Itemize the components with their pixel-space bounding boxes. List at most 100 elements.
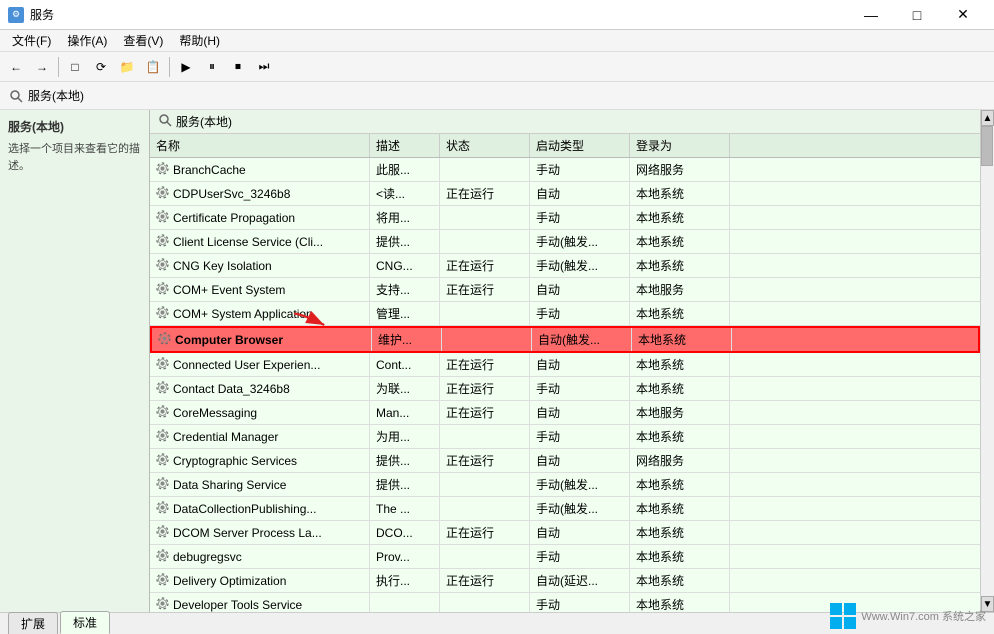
table-row[interactable]: Connected User Experien...Cont...正在运行自动本… <box>150 353 980 377</box>
service-icon <box>156 429 169 445</box>
window-title: 服务 <box>30 6 54 23</box>
service-desc-cell: <读... <box>370 182 440 205</box>
table-row[interactable]: Delivery Optimization执行...正在运行自动(延迟...本地… <box>150 569 980 593</box>
service-name: Client License Service (Cli... <box>173 235 323 249</box>
service-logon-cell: 本地系统 <box>630 182 730 205</box>
menu-action[interactable]: 操作(A) <box>59 30 115 51</box>
service-name-cell: DataCollectionPublishing... <box>150 497 370 520</box>
maximize-button[interactable]: □ <box>894 0 940 30</box>
col-name[interactable]: 名称 <box>150 134 370 157</box>
service-desc-cell: 执行... <box>370 569 440 592</box>
minimize-button[interactable]: — <box>848 0 894 30</box>
service-desc-cell: 为联... <box>370 377 440 400</box>
table-row[interactable]: DCOM Server Process La...DCO...正在运行自动本地系… <box>150 521 980 545</box>
table-row[interactable]: Cryptographic Services提供...正在运行自动网络服务 <box>150 449 980 473</box>
left-panel-desc: 选择一个项目来查看它的描述。 <box>8 141 141 174</box>
windows-logo-icon <box>829 602 857 630</box>
menu-bar: 文件(F) 操作(A) 查看(V) 帮助(H) <box>0 30 994 52</box>
table-row[interactable]: Computer Browser维护...自动(触发...本地系统 <box>150 326 980 353</box>
table-row[interactable]: Certificate Propagation将用...手动本地系统 <box>150 206 980 230</box>
service-logon-cell: 本地系统 <box>630 473 730 496</box>
service-startup-cell: 自动 <box>530 449 630 472</box>
service-startup-cell: 自动 <box>530 401 630 424</box>
properties-button[interactable]: 📋 <box>141 55 165 79</box>
left-panel: 服务(本地) 选择一个项目来查看它的描述。 <box>0 110 150 612</box>
service-icon <box>156 525 169 541</box>
table-row[interactable]: CDPUserSvc_3246b8<读...正在运行自动本地系统 <box>150 182 980 206</box>
tab-expand[interactable]: 扩展 <box>8 612 58 634</box>
address-label: 服务(本地) <box>28 87 84 104</box>
service-logon-cell: 本地系统 <box>630 497 730 520</box>
forward-button[interactable]: → <box>30 55 54 79</box>
table-row[interactable]: CoreMessagingMan...正在运行自动本地服务 <box>150 401 980 425</box>
folder-button[interactable]: 📁 <box>115 55 139 79</box>
service-desc-cell: Cont... <box>370 353 440 376</box>
service-name-cell: COM+ System Application <box>150 302 370 325</box>
search-icon-header <box>158 113 172 130</box>
service-startup-cell: 手动(触发... <box>530 497 630 520</box>
service-icon <box>156 549 169 565</box>
table-row[interactable]: COM+ Event System支持...正在运行自动本地服务 <box>150 278 980 302</box>
service-logon-cell: 本地服务 <box>630 401 730 424</box>
service-logon-cell: 本地系统 <box>632 328 732 351</box>
service-logon-cell: 本地系统 <box>630 377 730 400</box>
service-status-cell: 正在运行 <box>440 521 530 544</box>
service-name-cell: Developer Tools Service <box>150 593 370 612</box>
menu-help[interactable]: 帮助(H) <box>171 30 228 51</box>
service-icon <box>156 405 169 421</box>
table-row[interactable]: Data Sharing Service提供...手动(触发...本地系统 <box>150 473 980 497</box>
service-name: BranchCache <box>173 163 246 177</box>
service-logon-cell: 本地系统 <box>630 521 730 544</box>
scrollbar[interactable]: ▲ ▼ <box>980 110 994 612</box>
service-logon-cell: 网络服务 <box>630 158 730 181</box>
services-table[interactable]: 名称 描述 状态 启动类型 登录为 BranchCache此服...手动网络服务… <box>150 134 980 612</box>
table-row[interactable]: BranchCache此服...手动网络服务 <box>150 158 980 182</box>
table-row[interactable]: Client License Service (Cli...提供...手动(触发… <box>150 230 980 254</box>
service-name-cell: COM+ Event System <box>150 278 370 301</box>
col-status[interactable]: 状态 <box>440 134 530 157</box>
service-name: DataCollectionPublishing... <box>173 502 316 516</box>
menu-file[interactable]: 文件(F) <box>4 30 59 51</box>
service-name-cell: CDPUserSvc_3246b8 <box>150 182 370 205</box>
service-name: Certificate Propagation <box>173 211 295 225</box>
service-desc-cell: Man... <box>370 401 440 424</box>
service-status-cell: 正在运行 <box>440 449 530 472</box>
service-icon <box>156 258 169 274</box>
watermark-text: Www.Win7.com 系统之家 <box>861 608 986 624</box>
table-row[interactable]: Credential Manager为用...手动本地系统 <box>150 425 980 449</box>
table-row[interactable]: COM+ System Application管理...手动本地系统 <box>150 302 980 326</box>
refresh-button[interactable]: ⟳ <box>89 55 113 79</box>
service-icon <box>156 453 169 469</box>
service-status-cell <box>440 230 530 253</box>
service-icon <box>156 477 169 493</box>
restart-button[interactable]: ⏭ <box>252 55 276 79</box>
table-row[interactable]: debugregsvcProv...手动本地系统 <box>150 545 980 569</box>
back-button[interactable]: ← <box>4 55 28 79</box>
service-startup-cell: 自动(延迟... <box>530 569 630 592</box>
toolbar: ← → □ ⟳ 📁 📋 ▶ ⏸ ⏹ ⏭ <box>0 52 994 82</box>
col-logon[interactable]: 登录为 <box>630 134 730 157</box>
col-desc[interactable]: 描述 <box>370 134 440 157</box>
menu-view[interactable]: 查看(V) <box>115 30 171 51</box>
service-icon <box>156 573 169 589</box>
service-icon <box>156 501 169 517</box>
start-button[interactable]: ▶ <box>174 55 198 79</box>
service-icon <box>156 306 169 322</box>
service-startup-cell: 手动 <box>530 593 630 612</box>
service-desc-cell: 维护... <box>372 328 442 351</box>
table-row[interactable]: CNG Key IsolationCNG...正在运行手动(触发...本地系统 <box>150 254 980 278</box>
tab-standard[interactable]: 标准 <box>60 611 110 634</box>
close-button[interactable]: ✕ <box>940 0 986 30</box>
service-desc-cell: DCO... <box>370 521 440 544</box>
up-button[interactable]: □ <box>63 55 87 79</box>
table-row[interactable]: Contact Data_3246b8为联...正在运行手动本地系统 <box>150 377 980 401</box>
table-row[interactable]: DataCollectionPublishing... The ... 手动(触发.… <box>150 497 980 521</box>
stop-button[interactable]: ⏹ <box>226 55 250 79</box>
col-startup[interactable]: 启动类型 <box>530 134 630 157</box>
service-status-cell <box>440 545 530 568</box>
service-desc-cell: The ... <box>370 497 440 520</box>
pause-button[interactable]: ⏸ <box>200 55 224 79</box>
service-name-cell: CoreMessaging <box>150 401 370 424</box>
service-name: COM+ System Application <box>173 307 313 321</box>
service-desc-cell: 提供... <box>370 230 440 253</box>
